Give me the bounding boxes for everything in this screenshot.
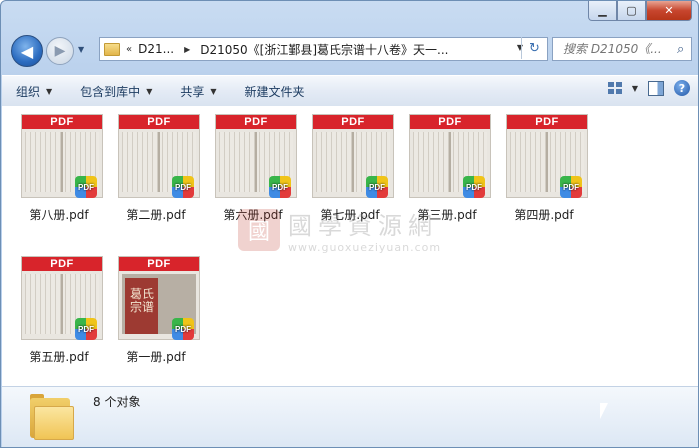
breadcrumb-current[interactable]: D21050《[浙江鄞县]葛氏宗谱十八卷》天一...: [200, 41, 448, 58]
watermark-seal: 國: [238, 209, 280, 251]
details-pane: 8 个对象: [2, 386, 698, 447]
address-overflow-chevron[interactable]: «: [126, 44, 132, 55]
share-menu[interactable]: 共享 ▼: [166, 83, 230, 100]
include-in-library-label: 包含到库中: [80, 84, 141, 99]
change-view-icon[interactable]: [607, 82, 622, 94]
new-folder-label: 新建文件夹: [244, 84, 305, 99]
file-list-area[interactable]: PDF PDF 第八册.pdf PDF PDF 第二册.pdf PDF PDF …: [2, 106, 698, 386]
toolbar-right-group: ▼ ?: [607, 80, 690, 96]
chevron-down-icon: ▼: [146, 86, 153, 96]
back-button[interactable]: ◀: [11, 35, 43, 67]
mouse-pointer-icon: [598, 402, 614, 421]
include-in-library-menu[interactable]: 包含到库中 ▼: [66, 83, 166, 100]
pdf-app-icon: PDF: [366, 176, 388, 198]
address-bar[interactable]: « D21... ▶ D21050《[浙江鄞县]葛氏宗谱十八卷》天一... ▼: [99, 37, 548, 61]
file-item[interactable]: PDF 葛氏宗谱 PDF 第一册.pdf: [108, 252, 204, 374]
recent-pages-dropdown[interactable]: ▼: [78, 45, 84, 54]
forward-button[interactable]: ▶: [46, 37, 74, 65]
view-options-chevron-icon[interactable]: ▼: [632, 84, 638, 93]
file-name: 第一册.pdf: [126, 350, 186, 364]
item-count: 8 个对象: [93, 395, 141, 409]
new-folder-button[interactable]: 新建文件夹: [231, 83, 319, 100]
refresh-button[interactable]: ↻: [521, 37, 547, 59]
pdf-app-icon: PDF: [463, 176, 485, 198]
organize-menu[interactable]: 组织 ▼: [2, 83, 66, 100]
caption-buttons: ▁ ▢ ✕: [588, 1, 692, 21]
chevron-down-icon: ▼: [210, 86, 217, 96]
pdf-app-icon: PDF: [172, 176, 194, 198]
breadcrumb-root[interactable]: D21...: [138, 42, 174, 56]
cover-title: 葛氏宗谱: [130, 287, 155, 314]
file-item[interactable]: PDF PDF 第二册.pdf: [108, 110, 204, 232]
pdf-app-icon: PDF: [75, 318, 97, 340]
folder-icon: [30, 394, 74, 440]
pdf-band: PDF: [410, 115, 490, 129]
share-label: 共享: [180, 84, 205, 99]
search-input[interactable]: [561, 41, 677, 57]
pdf-band: PDF: [313, 115, 393, 129]
pdf-app-icon: PDF: [172, 318, 194, 340]
command-bar: 组织 ▼ 包含到库中 ▼ 共享 ▼ 新建文件夹 ▼ ?: [2, 75, 698, 107]
folder-icon: [104, 42, 120, 56]
search-icon[interactable]: ⌕: [677, 42, 684, 57]
pdf-app-icon: PDF: [269, 176, 291, 198]
pdf-band: PDF: [22, 115, 102, 129]
preview-pane-icon[interactable]: [648, 80, 664, 96]
file-item[interactable]: PDF PDF 第八册.pdf: [11, 110, 107, 232]
close-button[interactable]: ✕: [646, 1, 692, 21]
watermark: 國 國學資源網 www.guoxueziyuan.com: [238, 206, 441, 254]
chevron-down-icon: ▼: [46, 86, 53, 96]
help-icon[interactable]: ?: [674, 80, 690, 96]
minimize-button[interactable]: ▁: [588, 1, 617, 21]
file-item[interactable]: PDF PDF 第四册.pdf: [496, 110, 592, 232]
file-name: 第二册.pdf: [126, 208, 186, 222]
file-name: 第五册.pdf: [29, 350, 89, 364]
file-name: 第四册.pdf: [514, 208, 574, 222]
pdf-band: PDF: [216, 115, 296, 129]
file-item[interactable]: PDF PDF 第五册.pdf: [11, 252, 107, 374]
breadcrumb-separator-icon[interactable]: ▶: [184, 45, 190, 54]
maximize-button[interactable]: ▢: [617, 1, 646, 21]
watermark-title: 國學資源網: [288, 212, 438, 240]
pdf-band: PDF: [22, 257, 102, 271]
pdf-band: PDF: [119, 115, 199, 129]
pdf-app-icon: PDF: [75, 176, 97, 198]
watermark-url: www.guoxueziyuan.com: [288, 241, 442, 254]
forward-arrow-icon: ▶: [54, 43, 66, 59]
pdf-app-icon: PDF: [560, 176, 582, 198]
watermark-text: 國學資源網 www.guoxueziyuan.com: [288, 206, 441, 254]
back-arrow-icon: ◀: [20, 41, 34, 61]
pdf-band: PDF: [507, 115, 587, 129]
refresh-icon: ↻: [529, 40, 540, 56]
pdf-band: PDF: [119, 257, 199, 271]
navigation-bar: ◀ ▶ ▼ « D21... ▶ D21050《[浙江鄞县]葛氏宗谱十八卷》天一…: [1, 31, 698, 71]
explorer-window: ▁ ▢ ✕ ◀ ▶ ▼ « D21... ▶ D21050《[浙江鄞县]葛氏宗谱…: [0, 0, 699, 448]
file-name: 第八册.pdf: [29, 208, 89, 222]
search-box[interactable]: ⌕: [552, 37, 692, 61]
organize-label: 组织: [16, 84, 41, 99]
